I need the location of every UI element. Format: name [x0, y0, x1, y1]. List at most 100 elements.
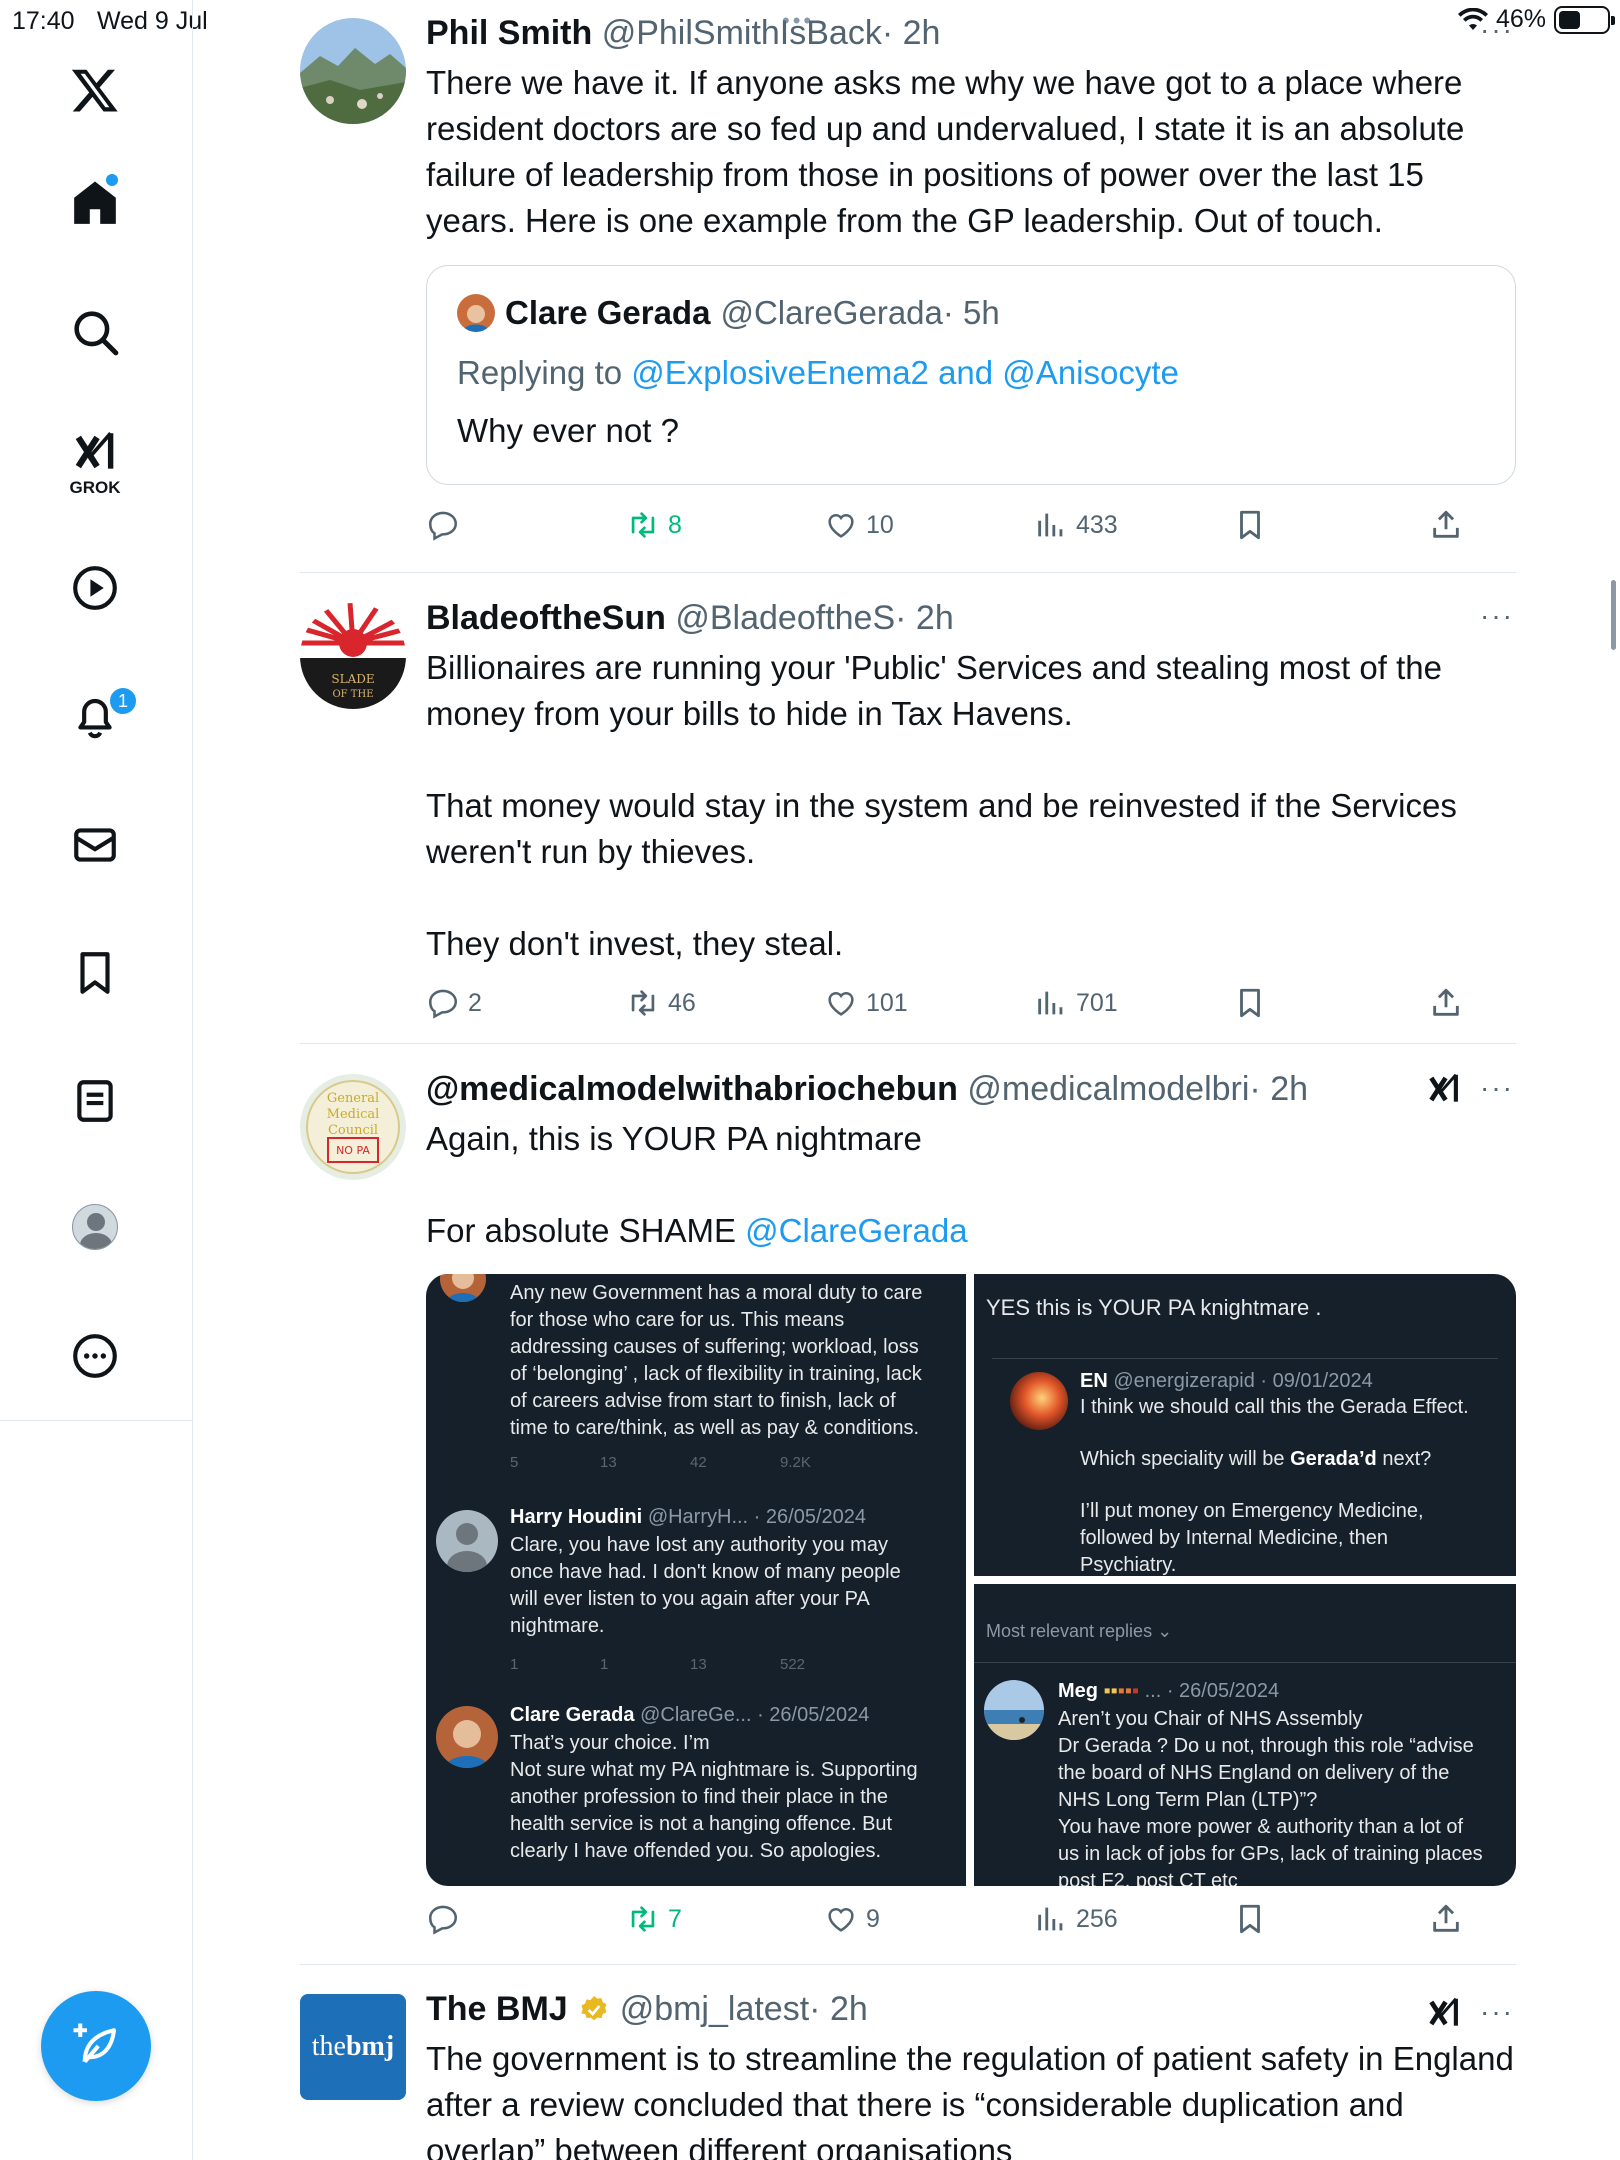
bookmark-button[interactable]	[1233, 1902, 1267, 1936]
media-avatar	[984, 1680, 1044, 1740]
more-circle-icon[interactable]	[63, 1324, 127, 1388]
avatar[interactable]: SLADE OF THE	[300, 603, 406, 709]
reply-button[interactable]: 2	[426, 986, 482, 1020]
profile-icon[interactable]	[72, 1204, 118, 1250]
author-handle[interactable]: @medicalmodelbri	[967, 1070, 1249, 1108]
grok-icon[interactable]	[1425, 1994, 1463, 2032]
views-count: 433	[1076, 510, 1118, 539]
tweet-time[interactable]: · 2h	[809, 1990, 868, 2028]
quoted-tweet[interactable]: Clare Gerada @ClareGerada· 5h Replying t…	[426, 265, 1516, 485]
grok-icon[interactable]	[63, 420, 127, 484]
media-image-right-bottom[interactable]: Most relevant replies ⌄ Meg ▪▪▪▪▪ ... · …	[974, 1584, 1516, 1886]
media-grid[interactable]: Any new Government has a moral duty to c…	[426, 1274, 1516, 1886]
mention-link[interactable]: @ClareGerada	[745, 1212, 967, 1249]
views-button[interactable]: 701	[1034, 986, 1118, 1020]
tweet-text: There we have it. If anyone asks me why …	[426, 64, 1465, 239]
avatar[interactable]: General Medical Council NO PA	[300, 1074, 406, 1180]
media-post-meta: @ClareGe... · 26/05/2024	[640, 1704, 870, 1726]
more-icon[interactable]: ···	[1480, 14, 1620, 46]
author-handle[interactable]: @PhilSmithIsBack	[602, 14, 882, 52]
repost-button[interactable]: 46	[626, 986, 696, 1020]
tweet-paragraph: Billionaires are running your 'Public' S…	[426, 649, 1442, 732]
views-button[interactable]: 433	[1034, 508, 1118, 542]
reply-button[interactable]	[426, 1902, 468, 1936]
author-name[interactable]: BladeoftheSun	[426, 599, 666, 637]
like-icon	[828, 992, 854, 1016]
share-icon	[1433, 1904, 1459, 1932]
x-logo-icon[interactable]	[63, 58, 127, 122]
tweet[interactable]: General Medical Council NO PA @medicalmodel…	[300, 1070, 1516, 1944]
share-icon	[1433, 988, 1459, 1016]
author-name[interactable]: The BMJ	[426, 1990, 568, 2029]
tweet-header: @medicalmodelwithabriochebun @medicalmod…	[426, 1070, 1308, 1109]
reply-count: 2	[468, 988, 482, 1017]
quote-header: Clare Gerada @ClareGerada· 5h	[457, 294, 1000, 332]
tweet-time[interactable]: · 2h	[1249, 1070, 1308, 1108]
media-post-text: Aren’t you Chair of NHS Assembly Dr Gera…	[1058, 1708, 1483, 1886]
avatar[interactable]	[300, 18, 406, 124]
media-post-meta: @HarryH... · 26/05/2024	[647, 1506, 866, 1528]
author-handle[interactable]: @BladeoftheS	[675, 599, 895, 637]
more-icon[interactable]: ···	[1480, 1996, 1620, 2028]
author-handle[interactable]: @bmj_latest	[620, 1990, 809, 2028]
bookmark-icon[interactable]	[63, 941, 127, 1005]
views-count: 256	[1076, 1904, 1118, 1933]
compose-button[interactable]	[41, 1991, 151, 2101]
media-stat: 9.2K	[780, 1454, 811, 1471]
share-button[interactable]	[1429, 1902, 1463, 1936]
bmj-logo: thebmj	[312, 2031, 394, 2063]
views-icon	[1038, 991, 1063, 1015]
like-count: 101	[866, 988, 908, 1017]
quote-avatar	[457, 294, 495, 332]
bookmark-button[interactable]	[1233, 508, 1267, 542]
replies-sort-text: Most relevant replies	[986, 1621, 1153, 1641]
mail-icon[interactable]	[63, 813, 127, 877]
media-image-right-top[interactable]: YES this is YOUR PA knightmare . EN @ene…	[974, 1274, 1516, 1576]
media-post-text: Clare, you have lost any authority you m…	[510, 1534, 901, 1637]
bmj-logo-text: the	[311, 2031, 346, 2062]
replying-to-users[interactable]: @ExplosiveEnema2 and @Anisocyte	[631, 354, 1179, 391]
like-button[interactable]: 101	[824, 986, 908, 1020]
tweet[interactable]: SLADE OF THE BladeoftheSun @BladeoftheS· …	[300, 599, 1516, 1033]
avatar[interactable]: thebmj	[300, 1994, 406, 2100]
share-button[interactable]	[1429, 508, 1463, 542]
home-unread-dot	[106, 174, 118, 186]
views-button[interactable]: 256	[1034, 1902, 1118, 1936]
share-button[interactable]	[1429, 986, 1463, 1020]
video-icon[interactable]	[63, 556, 127, 620]
author-name[interactable]: Phil Smith	[426, 14, 592, 52]
media-image-left[interactable]: Any new Government has a moral duty to c…	[426, 1274, 966, 1886]
like-button[interactable]: 9	[824, 1902, 880, 1936]
bookmark-button[interactable]	[1233, 986, 1267, 1020]
search-icon[interactable]	[63, 300, 127, 364]
svg-text:Medical: Medical	[327, 1107, 380, 1122]
like-count: 9	[866, 1904, 880, 1933]
more-icon[interactable]: ···	[1480, 600, 1620, 632]
tweet-header: Phil Smith @PhilSmithIsBack· 2h	[426, 14, 940, 53]
repost-button[interactable]: 8	[626, 508, 682, 542]
media-post-header: Harry Houdini @HarryH... · 26/05/2024	[510, 1504, 950, 1531]
tweet-text-span: For absolute SHAME	[426, 1212, 746, 1249]
quote-text: Why ever not ?	[457, 412, 679, 449]
tweet-text: Billionaires are running your 'Public' S…	[426, 645, 1516, 967]
media-divider	[974, 1662, 1516, 1663]
media-text-span: Which speciality will be	[1080, 1448, 1291, 1470]
tweet[interactable]: Phil Smith @PhilSmithIsBack· 2h There we…	[300, 14, 1516, 563]
quote-author-name[interactable]: Clare Gerada	[505, 294, 710, 332]
list-icon[interactable]	[63, 1069, 127, 1133]
like-button[interactable]: 10	[824, 508, 894, 542]
grok-icon[interactable]	[1425, 1070, 1463, 1108]
media-stat: 1	[510, 1656, 519, 1673]
quote-author-handle[interactable]: @ClareGerada	[720, 294, 942, 331]
tweet-actions: 8 10 433	[426, 508, 1516, 548]
reply-button[interactable]	[426, 508, 468, 542]
repost-button[interactable]: 7	[626, 1902, 682, 1936]
tweet-time[interactable]: · 2h	[882, 14, 941, 52]
author-name[interactable]: @medicalmodelwithabriochebun	[426, 1070, 958, 1108]
media-post-text: Which speciality will be Gerada’d next?	[1080, 1446, 1500, 1473]
tweet-time[interactable]: · 2h	[895, 599, 954, 637]
tweet[interactable]: thebmj The BMJ @bmj_latest· 2h The gover…	[300, 1990, 1516, 2160]
more-icon[interactable]: ···	[1480, 1072, 1620, 1104]
media-stat: 522	[780, 1656, 806, 1673]
sidebar-divider	[0, 1420, 193, 1421]
